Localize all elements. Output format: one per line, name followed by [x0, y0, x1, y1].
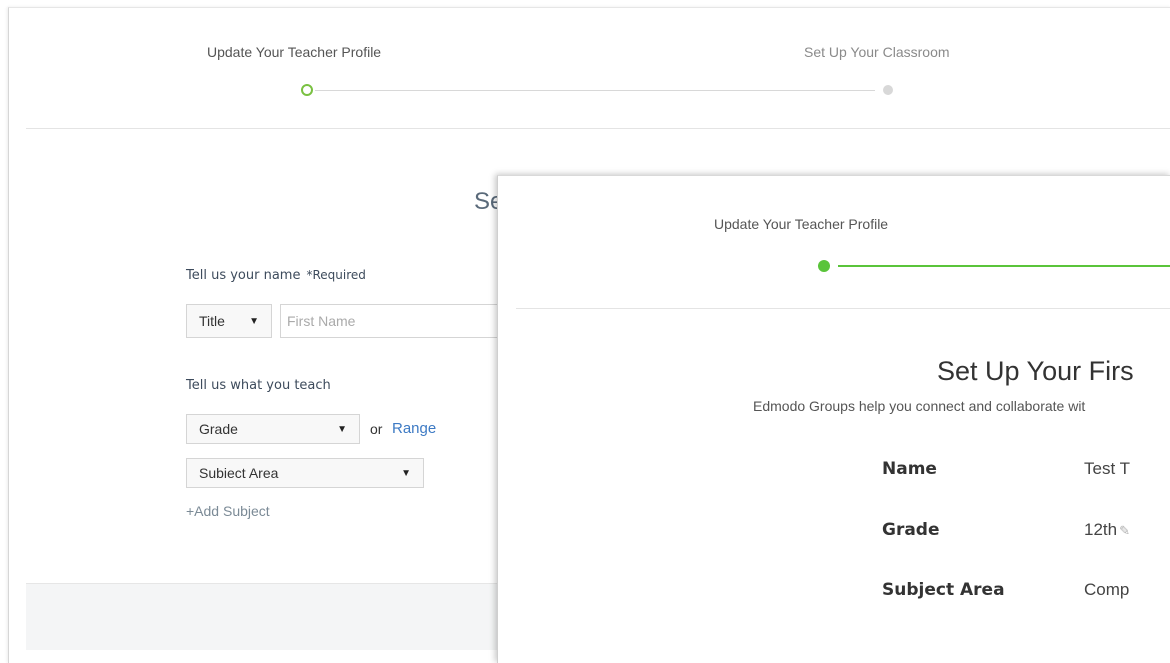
- field-label-name: Name: [882, 459, 937, 479]
- step-label-teacher-profile: Update Your Teacher Profile: [207, 44, 382, 60]
- subject-select-value: Subiect Area: [199, 465, 279, 481]
- header-divider: [516, 308, 1170, 309]
- field-value-grade: 12th ✎: [1084, 520, 1130, 540]
- grade-value: 12th: [1084, 520, 1118, 539]
- subject-area-select[interactable]: Subiect Area ▼: [186, 458, 424, 488]
- progress-track-complete: [838, 265, 1170, 267]
- chevron-down-icon: ▼: [337, 423, 347, 435]
- step-indicator-complete: [818, 260, 830, 272]
- name-section-label: Tell us your name *Required: [186, 268, 366, 283]
- title-select[interactable]: Title ▼: [186, 304, 272, 338]
- field-value-subject-area: Comp: [1084, 580, 1130, 599]
- add-subject-link[interactable]: +Add Subject: [186, 503, 270, 519]
- field-value-name: Test T: [1084, 459, 1130, 478]
- field-label-subject-area: Subject Area: [882, 580, 1005, 600]
- chevron-down-icon: ▼: [249, 315, 259, 327]
- footer-bar: [26, 583, 498, 650]
- page-subtitle: Edmodo Groups help you connect and colla…: [753, 398, 1086, 414]
- step-label-classroom: Set Up Your Classroom: [804, 44, 950, 60]
- header-divider: [26, 128, 1170, 129]
- group-setup-window: Update Your Teacher Profile Set Up Your …: [497, 175, 1170, 663]
- required-note: *Required: [306, 268, 366, 282]
- first-name-input[interactable]: First Name: [280, 304, 500, 338]
- chevron-down-icon: ▼: [401, 467, 411, 479]
- progress-track: [315, 90, 875, 91]
- page-title: Set Up Your Firs: [937, 356, 1134, 386]
- grade-select-value: Grade: [199, 421, 238, 437]
- first-name-placeholder: First Name: [287, 313, 356, 329]
- title-select-value: Title: [199, 313, 225, 329]
- or-text: or: [370, 421, 383, 437]
- teach-section-label: Tell us what you teach: [186, 378, 331, 393]
- pencil-icon[interactable]: ✎: [1119, 523, 1130, 538]
- range-link[interactable]: Range: [392, 420, 436, 437]
- field-label-grade: Grade: [882, 520, 940, 540]
- step-indicator-pending: [883, 85, 893, 95]
- step-label-teacher-profile: Update Your Teacher Profile: [714, 216, 889, 232]
- grade-select[interactable]: Grade ▼: [186, 414, 360, 444]
- name-label-text: Tell us your name: [186, 268, 301, 283]
- step-indicator-current: [301, 84, 313, 96]
